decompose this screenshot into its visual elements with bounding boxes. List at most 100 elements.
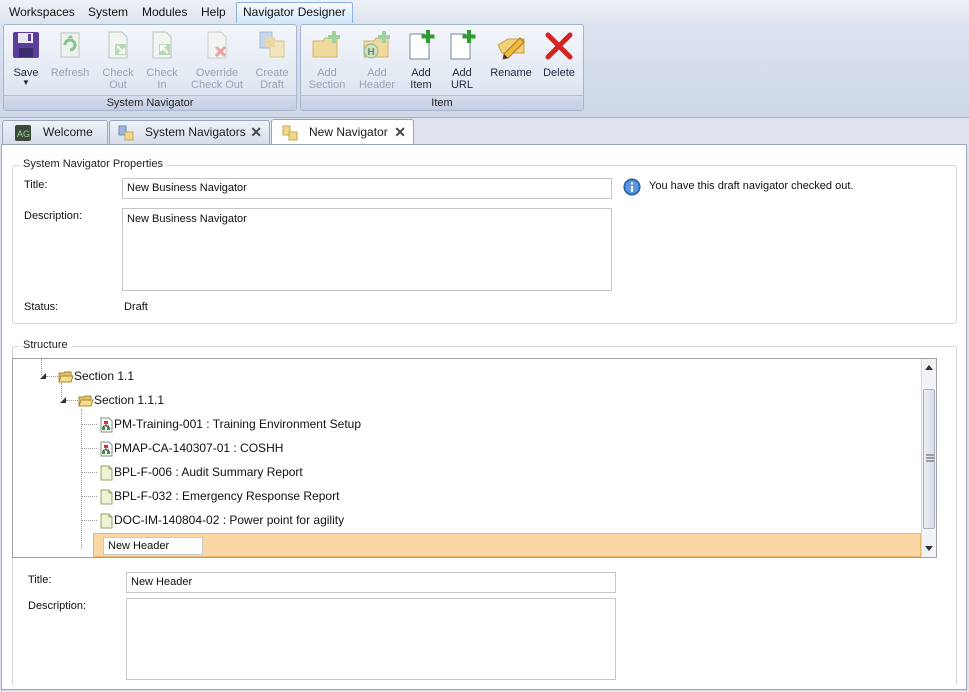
tree-node-label: PM-Training-001 : Training Environment S… — [114, 417, 362, 431]
document-icon — [100, 465, 113, 481]
ribbon-group-item: Add Section H Add Header Add Item Add UR… — [300, 24, 584, 111]
description-label: Description: — [24, 210, 83, 222]
add-folder-icon — [312, 31, 340, 58]
svg-text:H: H — [368, 47, 375, 58]
tree-connector — [81, 520, 97, 521]
tree-node-section[interactable]: Section 1.1.1 — [78, 391, 164, 409]
add-section-label-line2: Section — [308, 79, 346, 91]
item-title-label: Title: — [28, 574, 52, 586]
status-label: Status: — [24, 301, 59, 313]
tree-node-label: Section 1.1.1 — [94, 393, 165, 407]
scroll-down-arrow-icon[interactable] — [923, 541, 935, 555]
add-section-button[interactable]: Add Section — [307, 29, 347, 91]
item-description-label: Description: — [28, 600, 87, 612]
navigator-icon — [282, 125, 298, 141]
title-input[interactable]: New Business Navigator — [122, 178, 612, 199]
add-document-icon — [409, 30, 435, 60]
menu-help[interactable]: Help — [197, 2, 230, 22]
add-url-button[interactable]: Add URL — [444, 29, 480, 91]
ag-logo-icon: AG — [15, 125, 31, 141]
structure-tree[interactable]: Section 1.1 Section 1.1.1 PM-Training-00… — [12, 358, 937, 558]
expand-toggle-icon[interactable] — [59, 396, 67, 404]
tree-scrollbar[interactable] — [921, 359, 936, 557]
add-item-label-line2: Item — [410, 79, 432, 91]
item-title-input[interactable]: New Header — [126, 572, 616, 593]
tree-node-label: BPL-F-032 : Emergency Response Report — [114, 489, 340, 503]
override-label-line2: Check Out — [191, 79, 243, 91]
rename-pencil-icon — [497, 37, 525, 60]
create-draft-icon — [259, 31, 285, 58]
add-header-icon: H — [363, 31, 390, 59]
selected-node-highlight[interactable]: New Header — [93, 533, 921, 557]
tree-node-label: Section 1.1 — [74, 369, 135, 383]
check-out-button[interactable]: Check Out — [98, 29, 138, 91]
header-rename-input[interactable]: New Header — [103, 537, 203, 555]
tree-node-section[interactable]: Section 1.1 — [58, 367, 134, 385]
add-item-label-line1: Add — [411, 67, 431, 79]
tree-connector — [81, 448, 97, 449]
navigator-editor-panel: System Navigator Properties Title: New B… — [1, 144, 967, 690]
rename-label: Rename — [490, 67, 532, 79]
navigator-icon — [118, 125, 134, 141]
document-tab-strip: AG Welcome System Navigators ✕ New Navig… — [0, 118, 969, 145]
tree-connector — [81, 424, 97, 425]
save-button[interactable]: Save ▼ — [8, 29, 44, 87]
add-item-button[interactable]: Add Item — [403, 29, 439, 91]
tab-welcome-label: Welcome — [43, 125, 93, 139]
item-description-textarea[interactable] — [126, 598, 616, 680]
menu-modules[interactable]: Modules — [138, 2, 191, 22]
delete-x-icon — [545, 32, 573, 60]
override-icon — [207, 31, 227, 59]
override-check-out-button[interactable]: Override Check Out — [189, 29, 245, 91]
scrollbar-thumb[interactable] — [923, 389, 935, 529]
check-out-label-line1: Check — [102, 67, 134, 79]
document-icon — [100, 489, 113, 505]
grip-icon — [926, 454, 934, 462]
svg-text:AG: AG — [17, 129, 30, 139]
document-icon — [100, 513, 113, 529]
chevron-down-icon: ▼ — [22, 78, 30, 87]
tree-connector — [81, 472, 97, 473]
tab-welcome[interactable]: AG Welcome — [2, 120, 108, 144]
menu-bar: Workspaces System Modules Help Navigator… — [0, 0, 969, 24]
add-header-label-line1: Add — [367, 67, 387, 79]
check-in-button[interactable]: Check In — [142, 29, 182, 91]
info-icon — [623, 178, 641, 196]
override-label-line1: Override — [195, 67, 239, 79]
tree-node-item[interactable]: BPL-F-006 : Audit Summary Report — [98, 463, 303, 481]
refresh-button[interactable]: Refresh — [50, 29, 90, 79]
add-header-button[interactable]: H Add Header — [357, 29, 397, 91]
tree-node-item[interactable]: DOC-IM-140804-02 : Power point for agili… — [98, 511, 344, 529]
check-in-icon — [152, 31, 172, 59]
tree-node-label: PMAP-CA-140307-01 : COSHH — [114, 441, 284, 455]
tree-node-item[interactable]: PM-Training-001 : Training Environment S… — [98, 415, 361, 433]
check-in-label-line2: In — [157, 79, 167, 91]
add-section-label-line1: Add — [317, 67, 337, 79]
menu-system[interactable]: System — [84, 2, 132, 22]
delete-button[interactable]: Delete — [539, 29, 579, 79]
tab-new-navigator[interactable]: New Navigator ✕ — [271, 119, 414, 145]
expand-toggle-icon[interactable] — [39, 372, 47, 380]
tree-connector — [81, 496, 97, 497]
tree-node-item[interactable]: PMAP-CA-140307-01 : COSHH — [98, 439, 283, 457]
close-icon[interactable]: ✕ — [394, 121, 406, 143]
menu-workspaces[interactable]: Workspaces — [5, 2, 79, 22]
description-textarea[interactable]: New Business Navigator — [122, 208, 612, 291]
tab-system-navigators[interactable]: System Navigators ✕ — [109, 120, 270, 144]
folder-open-icon — [78, 395, 94, 407]
tab-new-navigator-label: New Navigator — [309, 125, 388, 139]
add-url-icon — [450, 30, 476, 60]
rename-button[interactable]: Rename — [486, 29, 536, 79]
tab-system-navigators-label: System Navigators — [145, 125, 246, 139]
checkout-info-message: You have this draft navigator checked ou… — [649, 180, 854, 192]
ribbon-group-system-navigator: Save ▼ Refresh Check Out Check In Overri… — [3, 24, 297, 111]
close-icon[interactable]: ✕ — [250, 121, 262, 143]
group-label-item: Item — [301, 95, 583, 110]
ribbon-tab-navigator-designer[interactable]: Navigator Designer — [236, 2, 353, 24]
tree-node-label: BPL-F-006 : Audit Summary Report — [114, 465, 303, 479]
create-draft-button[interactable]: Create Draft — [252, 29, 292, 91]
tree-node-item[interactable]: BPL-F-032 : Emergency Response Report — [98, 487, 339, 505]
refresh-label: Refresh — [50, 67, 90, 79]
tree-connector — [81, 409, 82, 549]
scroll-up-arrow-icon[interactable] — [923, 361, 935, 375]
